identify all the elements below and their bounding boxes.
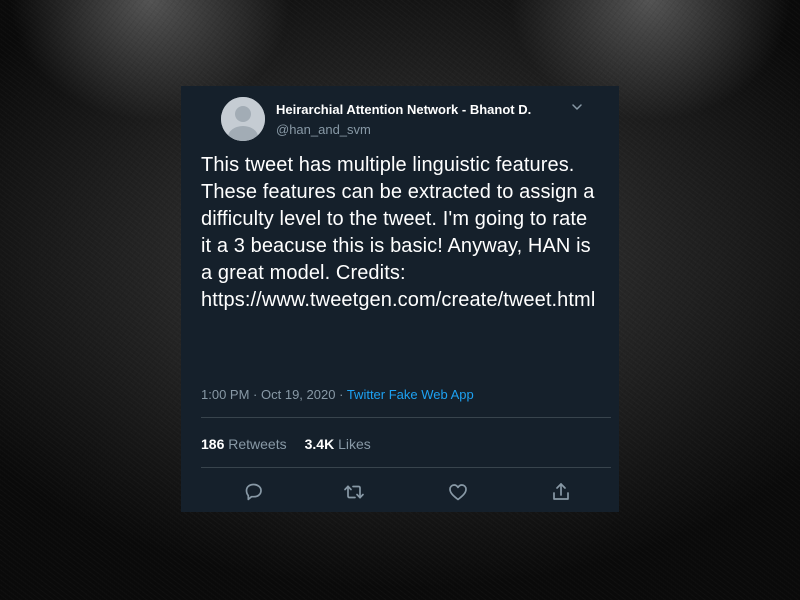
meta-separator: · <box>339 387 344 402</box>
tweet-card: Heirarchial Attention Network - Bhanot D… <box>181 86 619 512</box>
retweet-icon[interactable] <box>342 480 366 504</box>
avatar[interactable] <box>221 97 265 141</box>
divider <box>201 467 611 468</box>
divider <box>201 417 611 418</box>
tweet-stats: 186 Retweets 3.4K Likes <box>201 436 371 452</box>
tweet-date[interactable]: Oct 19, 2020 <box>261 387 335 402</box>
retweets-label: Retweets <box>228 436 287 452</box>
likes-label: Likes <box>338 436 371 452</box>
tweet-header: Heirarchial Attention Network - Bhanot D… <box>201 86 599 152</box>
tweet-source-link[interactable]: Twitter Fake Web App <box>347 387 474 402</box>
retweets-stat[interactable]: 186 Retweets <box>201 436 287 452</box>
likes-count: 3.4K <box>304 436 335 452</box>
likes-stat[interactable]: 3.4K Likes <box>305 436 371 452</box>
display-name[interactable]: Heirarchial Attention Network - Bhanot D… <box>276 102 531 117</box>
tweet-time[interactable]: 1:00 PM <box>201 387 249 402</box>
user-handle[interactable]: @han_and_svm <box>276 122 371 137</box>
share-icon[interactable] <box>549 480 573 504</box>
retweets-count: 186 <box>201 436 225 452</box>
heart-icon[interactable] <box>446 480 470 504</box>
chevron-down-icon[interactable] <box>571 100 583 118</box>
meta-separator: · <box>253 387 258 402</box>
tweet-text: This tweet has multiple linguistic featu… <box>201 154 596 311</box>
reply-icon[interactable] <box>242 480 266 504</box>
tweet-meta: 1:00 PM · Oct 19, 2020 · Twitter Fake We… <box>201 387 474 402</box>
